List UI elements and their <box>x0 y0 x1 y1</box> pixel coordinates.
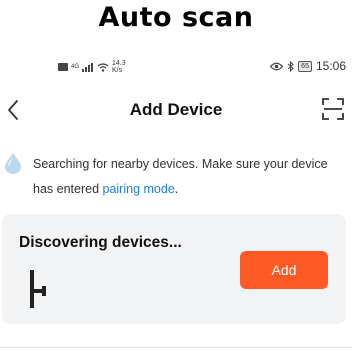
scan-icon[interactable] <box>322 98 344 120</box>
add-device-button[interactable]: Add <box>240 251 328 289</box>
speed-value: 14.3 <box>112 60 126 67</box>
caption-title: Auto scan <box>98 2 254 33</box>
discovery-card: Discovering devices... Add <box>2 214 346 324</box>
status-time: 15:06 <box>315 59 346 73</box>
eye-icon <box>270 62 284 70</box>
app-header: Add Device <box>0 90 352 130</box>
battery-icon: 65 <box>298 60 312 72</box>
wifi-icon <box>97 62 109 72</box>
sim-card-icon <box>58 63 68 71</box>
status-left: 4G 14.3 K/s <box>58 60 126 74</box>
status-bar: 4G 14.3 K/s 65 15:06 <box>0 58 352 78</box>
discovering-title: Discovering devices... <box>19 234 182 251</box>
water-drop-icon <box>5 153 21 174</box>
device-icon <box>30 270 46 308</box>
page-title: Add Device <box>129 100 223 119</box>
network-label: 4G <box>71 63 80 70</box>
pairing-mode-link[interactable]: pairing mode <box>103 182 175 196</box>
bluetooth-icon <box>287 60 294 72</box>
info-text-after: . <box>174 182 179 196</box>
network-speed: 14.3 K/s <box>112 60 126 74</box>
speed-unit: K/s <box>112 67 123 74</box>
info-text-before: Searching for nearby devices. Make sure … <box>33 157 328 196</box>
search-info-text: Searching for nearby devices. Make sure … <box>33 152 343 202</box>
divider <box>0 347 352 348</box>
status-right: 65 15:06 <box>270 59 346 73</box>
signal-icon <box>82 62 94 72</box>
